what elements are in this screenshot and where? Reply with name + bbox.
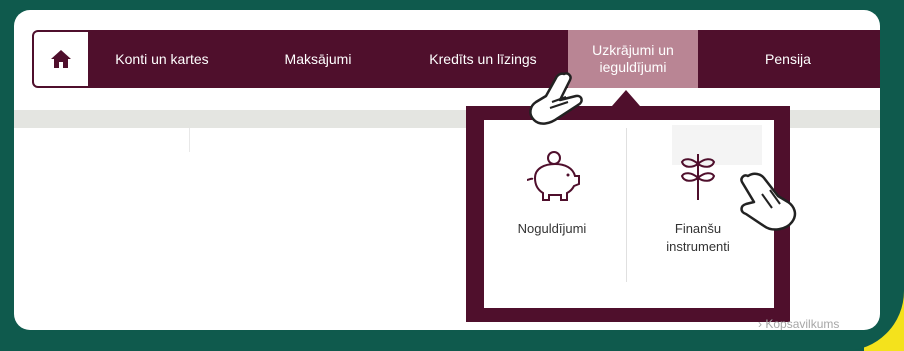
dropdown-caret — [612, 90, 640, 106]
nav-item-label: Maksājumi — [284, 50, 352, 67]
nav-item-pensija[interactable]: Pensija — [738, 30, 838, 88]
dropdown-item-label: Noguldījumi — [517, 221, 587, 236]
summary-label: Kopsavilkums — [765, 317, 840, 330]
content-divider — [189, 128, 190, 152]
hand-cursor-icon — [529, 72, 583, 125]
nav-item-label: Pensija — [765, 50, 811, 67]
nav-item-konti-un-kartes[interactable]: Konti un kartes — [102, 30, 222, 88]
nav-item-label: Kredīts un līzings — [429, 50, 537, 67]
nav-item-maksajumi[interactable]: Maksājumi — [268, 30, 368, 88]
wheat-sprout-icon — [680, 154, 716, 200]
nav-item-label: Konti un kartes — [115, 50, 209, 67]
chevron-right-icon: › — [758, 317, 762, 330]
nav-item-label-line1: Uzkrājumi un — [592, 42, 674, 58]
piggy-bank-icon — [526, 151, 580, 201]
dropdown-item-noguldijumi[interactable]: Noguldījumi — [482, 150, 622, 238]
dropdown-column-divider — [626, 128, 627, 282]
hand-cursor-icon-secondary — [740, 172, 797, 231]
nav-item-label-line2: ieguldījumi — [599, 59, 667, 75]
main-nav: Konti un kartes Maksājumi Kredīts un līz… — [32, 30, 880, 88]
browser-content: Konti un kartes Maksājumi Kredīts un līz… — [14, 10, 880, 330]
summary-link[interactable]: › Kopsavilkums — [758, 317, 839, 330]
dropdown-item-label-line2: instrumenti — [666, 239, 730, 254]
home-icon — [51, 50, 71, 68]
home-button[interactable] — [34, 32, 88, 86]
